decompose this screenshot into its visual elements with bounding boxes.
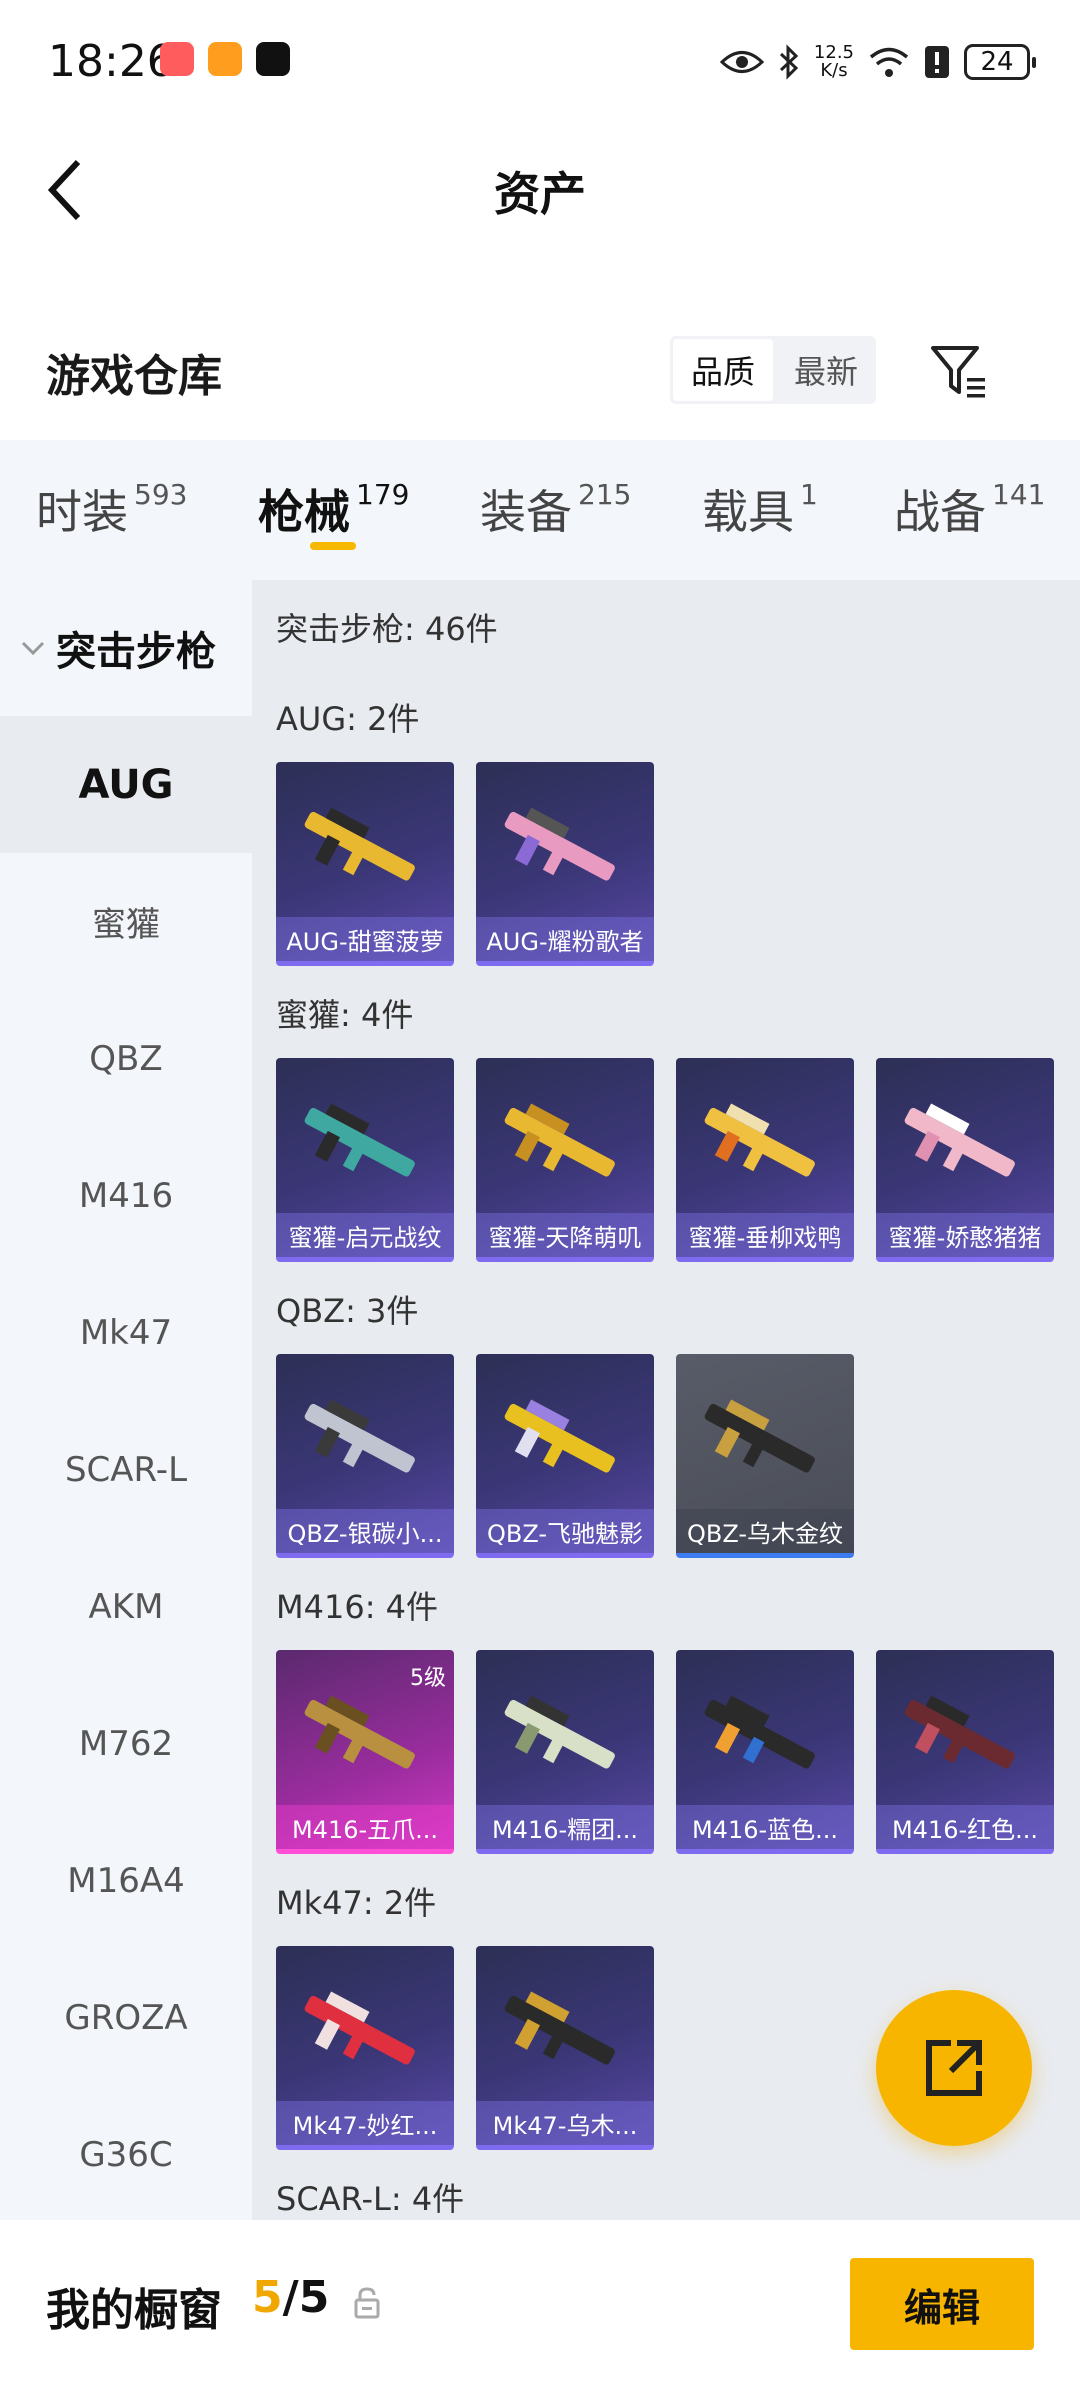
weapon-card[interactable]: 蜜獾-垂柳戏鸭 bbox=[676, 1058, 854, 1262]
weapon-image bbox=[504, 1695, 615, 1769]
sort-toggle: 品质 最新 bbox=[670, 336, 876, 404]
sort-newest-option[interactable]: 最新 bbox=[776, 336, 876, 404]
weapon-card[interactable]: AUG-耀粉歌者 bbox=[476, 762, 654, 966]
section-label-scar-l: SCAR-L: 4件 bbox=[276, 2180, 465, 2218]
weapon-image bbox=[304, 1103, 415, 1177]
sidebar-item-scar-l[interactable]: SCAR-L bbox=[0, 1401, 252, 1538]
weapon-card[interactable]: QBZ-乌木金纹 bbox=[676, 1354, 854, 1558]
weapon-sidebar: 突击步枪 AUG 蜜獾 QBZ M416 Mk47 SCAR-L AKM M76… bbox=[0, 580, 252, 2220]
warehouse-title: 游戏仓库 bbox=[46, 351, 222, 402]
status-time: 18:26 bbox=[48, 36, 175, 87]
category-total: 突击步枪: 46件 bbox=[276, 610, 498, 648]
section-label-mk47: Mk47: 2件 bbox=[276, 1884, 437, 1922]
status-bar: 18:26 12.5 K/s 24 bbox=[0, 0, 1080, 124]
weapon-grid: 突击步枪: 46件 AUG: 2件 AUG-甜蜜菠萝 AUG-耀粉歌者 蜜獾: … bbox=[252, 580, 1080, 2220]
weapon-image bbox=[904, 1695, 1015, 1769]
share-icon bbox=[926, 2040, 982, 2096]
tab-equipment[interactable]: 装备 215 bbox=[480, 476, 631, 542]
section-label-aug: AUG: 2件 bbox=[276, 700, 420, 738]
weapon-image bbox=[304, 1991, 415, 2065]
weapon-card[interactable]: QBZ-飞驰魅影 bbox=[476, 1354, 654, 1558]
weapon-image bbox=[704, 1103, 815, 1177]
weapon-image bbox=[704, 1695, 815, 1769]
sort-quality-option[interactable]: 品质 bbox=[673, 339, 773, 401]
network-speed: 12.5 K/s bbox=[813, 42, 854, 81]
showcase-bar: 我的橱窗 5/5 编辑 bbox=[0, 2220, 1080, 2382]
weapon-card[interactable]: Mk47-乌木... bbox=[476, 1946, 654, 2150]
sidebar-item-qbz[interactable]: QBZ bbox=[0, 990, 252, 1127]
sidebar-item-groza[interactable]: GROZA bbox=[0, 1949, 252, 2086]
edit-button[interactable]: 编辑 bbox=[850, 2258, 1034, 2350]
section-label-qbz: QBZ: 3件 bbox=[276, 1292, 419, 1330]
app-notification-icon bbox=[160, 42, 194, 76]
weapon-card[interactable]: 蜜獾-启元战纹 bbox=[276, 1058, 454, 1262]
level-badge: 5级 bbox=[410, 1666, 446, 1691]
weapon-image bbox=[504, 807, 615, 881]
filter-icon bbox=[931, 346, 985, 398]
weapon-card[interactable]: AUG-甜蜜菠萝 bbox=[276, 762, 454, 966]
sidebar-item-honey-badger[interactable]: 蜜獾 bbox=[0, 853, 252, 990]
section-label-honey-badger: 蜜獾: 4件 bbox=[276, 996, 414, 1034]
status-indicators: 12.5 K/s 24 bbox=[719, 40, 1036, 84]
tiktok-notification-icon bbox=[256, 42, 290, 76]
tab-fashion[interactable]: 时装 593 bbox=[36, 476, 187, 542]
category-tabs: 时装 593 枪械 179 装备 215 载具 1 战备 141 bbox=[0, 440, 1080, 580]
sidebar-item-m16a4[interactable]: M16A4 bbox=[0, 1812, 252, 1949]
game-notification-icon bbox=[208, 42, 242, 76]
sidebar-item-m416[interactable]: M416 bbox=[0, 1127, 252, 1264]
chevron-down-icon bbox=[21, 641, 45, 656]
sidebar-item-g36c[interactable]: G36C bbox=[0, 2086, 252, 2223]
wifi-icon bbox=[869, 47, 909, 77]
sidebar-item-mk47[interactable]: Mk47 bbox=[0, 1264, 252, 1401]
weapon-image bbox=[504, 1399, 615, 1473]
showcase-count: 5/5 bbox=[252, 2272, 330, 2323]
weapon-card[interactable]: 蜜獾-娇憨猪猪 bbox=[876, 1058, 1054, 1262]
tab-vehicles[interactable]: 载具 1 bbox=[702, 476, 818, 542]
showcase-label: 我的橱窗 bbox=[46, 2285, 222, 2336]
weapon-card[interactable]: QBZ-银碳小... bbox=[276, 1354, 454, 1558]
weapon-image bbox=[504, 1991, 615, 2065]
weapon-image bbox=[704, 1399, 815, 1473]
sidebar-item-m762[interactable]: M762 bbox=[0, 1675, 252, 1812]
weapon-image bbox=[304, 807, 415, 881]
weapon-card[interactable]: M416-红色... bbox=[876, 1650, 1054, 1854]
lock-icon bbox=[354, 2287, 380, 2319]
alert-icon bbox=[925, 46, 949, 78]
weapon-card[interactable]: M416-糯团... bbox=[476, 1650, 654, 1854]
weapon-card[interactable]: 5级 M416-五爪... bbox=[276, 1650, 454, 1854]
weapon-image bbox=[904, 1103, 1015, 1177]
sidebar-group-assault-rifles[interactable]: 突击步枪 bbox=[0, 580, 252, 716]
bluetooth-icon bbox=[779, 44, 799, 80]
tab-gear[interactable]: 战备 141 bbox=[894, 476, 1045, 542]
section-label-m416: M416: 4件 bbox=[276, 1588, 439, 1626]
filter-button[interactable] bbox=[924, 336, 994, 406]
weapon-image bbox=[304, 1399, 415, 1473]
page-title: 资产 bbox=[494, 167, 586, 221]
weapon-image bbox=[504, 1103, 615, 1177]
weapon-card[interactable]: Mk47-妙红... bbox=[276, 1946, 454, 2150]
sidebar-item-akm[interactable]: AKM bbox=[0, 1538, 252, 1675]
weapon-card[interactable]: M416-蓝色... bbox=[676, 1650, 854, 1854]
eye-icon bbox=[719, 51, 764, 73]
battery-icon: 24 bbox=[964, 44, 1036, 80]
share-button[interactable] bbox=[876, 1990, 1032, 2146]
active-tab-indicator bbox=[310, 542, 356, 550]
sidebar-item-aug[interactable]: AUG bbox=[0, 716, 252, 853]
weapon-card[interactable]: 蜜獾-天降萌叽 bbox=[476, 1058, 654, 1262]
tab-firearms[interactable]: 枪械 179 bbox=[258, 476, 409, 542]
